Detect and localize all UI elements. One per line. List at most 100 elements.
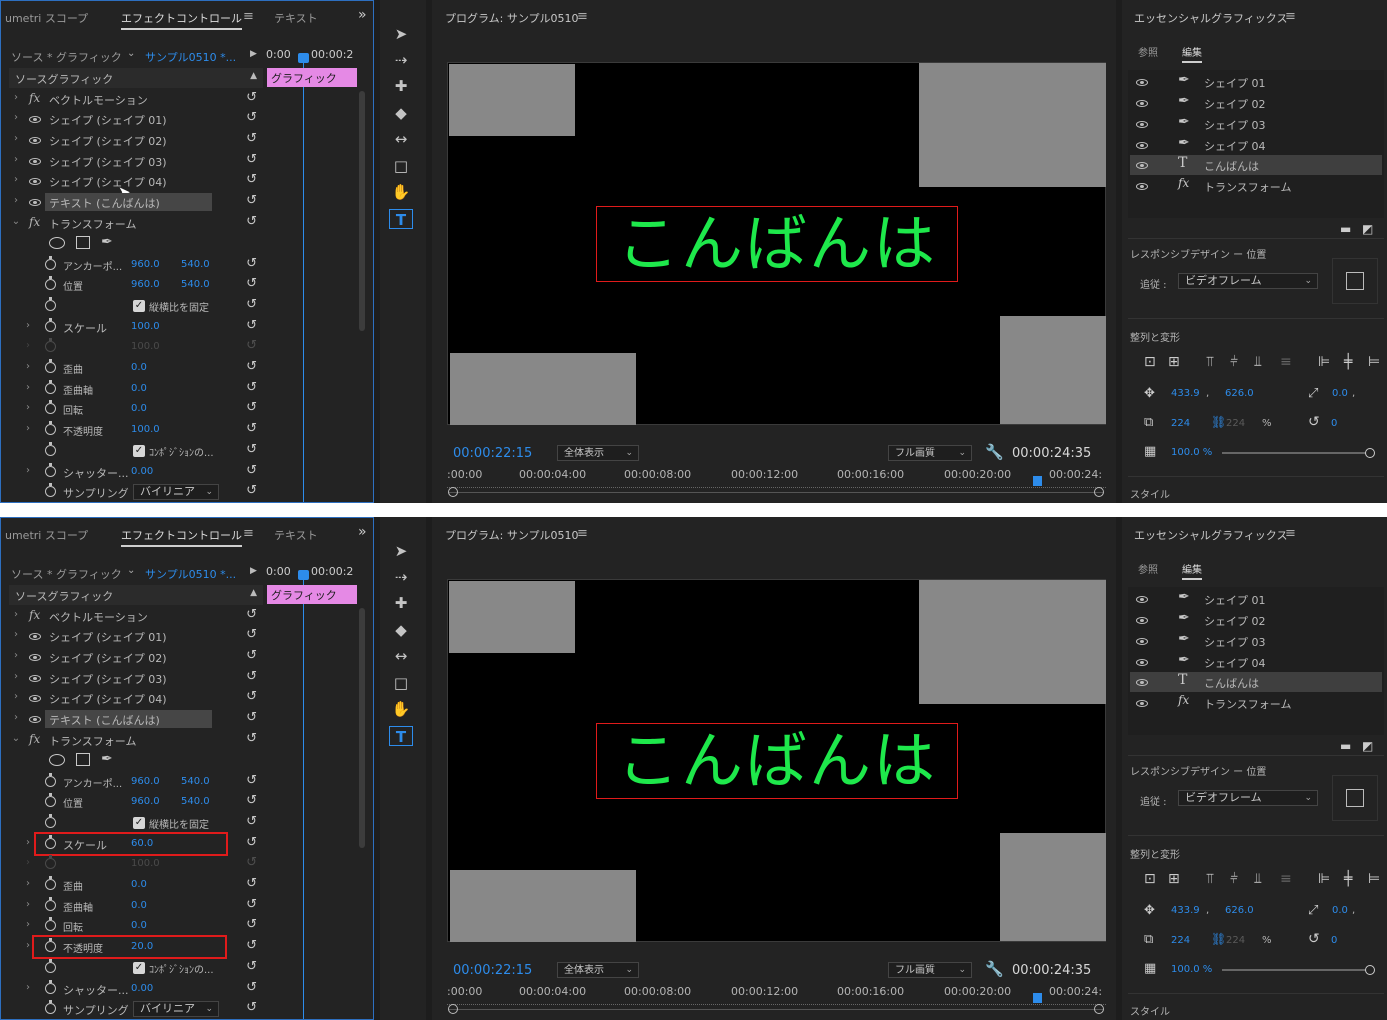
position-x-value[interactable]: 960.0 xyxy=(131,796,160,807)
track-select-tool-icon[interactable]: ⇢ xyxy=(389,50,413,70)
reset-icon[interactable]: ↺ xyxy=(246,607,257,622)
eye-icon[interactable] xyxy=(1136,162,1148,169)
playhead-marker[interactable] xyxy=(298,53,309,63)
playhead-line[interactable] xyxy=(303,53,304,502)
chevron-right-icon[interactable]: › xyxy=(11,133,21,144)
panel-menu-icon[interactable]: ≡ xyxy=(577,9,588,24)
follow-dropdown[interactable]: ビデオフレーム ⌄ xyxy=(1178,790,1318,806)
align-left-icon[interactable]: ⊫ xyxy=(1318,871,1330,887)
reset-icon[interactable]: ↺ xyxy=(246,917,257,932)
prop-row-skew-axis[interactable]: › 歪曲軸 0.0 ↺ xyxy=(9,379,263,399)
distribute-vertical-icon[interactable]: ≡ xyxy=(1280,871,1292,887)
position-x-value[interactable]: 433.9 xyxy=(1171,388,1200,399)
distribute-vertical-icon[interactable]: ≡ xyxy=(1280,354,1292,370)
panel-menu-icon[interactable]: ≡ xyxy=(1285,526,1296,541)
eye-icon[interactable] xyxy=(1136,638,1148,645)
effect-row-shape3[interactable]: › シェイプ (シェイプ 03) ↺ xyxy=(9,668,263,688)
reset-icon[interactable]: ↺ xyxy=(246,380,257,395)
chevron-right-icon[interactable]: › xyxy=(23,402,33,413)
prop-row-opacity[interactable]: › 不透明度 100.0 ↺ xyxy=(9,420,263,440)
chevron-down-icon[interactable]: ⌄ xyxy=(127,565,135,576)
anchor-value[interactable]: 0.0 xyxy=(1332,905,1348,916)
position-x-value[interactable]: 433.9 xyxy=(1171,905,1200,916)
rotation-value[interactable]: 0 xyxy=(1331,418,1337,429)
layer-row-shape3[interactable]: ✒ シェイプ 03 xyxy=(1130,631,1382,651)
rectangle-mask-icon[interactable] xyxy=(76,236,90,249)
razor-tool-icon[interactable]: ◆ xyxy=(389,620,413,640)
folder-icon[interactable]: ▬ xyxy=(1340,222,1351,236)
position-y-value[interactable]: 540.0 xyxy=(181,279,210,290)
zoom-scrollbar[interactable] xyxy=(449,492,1104,493)
layer-row-shape2[interactable]: ✒ シェイプ 02 xyxy=(1130,93,1382,113)
source-label[interactable]: ソース * グラフィック xyxy=(11,49,122,65)
reset-icon[interactable]: ↺ xyxy=(246,773,257,788)
hand-tool-icon[interactable]: ✋ xyxy=(389,182,413,202)
reset-icon[interactable]: ↺ xyxy=(246,959,257,974)
chevron-right-icon[interactable]: › xyxy=(11,174,21,185)
eye-icon[interactable] xyxy=(1136,617,1148,624)
comp-shutter-checkbox[interactable]: ✓ xyxy=(133,962,145,974)
panel-menu-icon[interactable]: ≡ xyxy=(243,9,254,24)
fx-icon[interactable]: fx xyxy=(29,91,40,105)
effect-row-shape1[interactable]: › シェイプ (シェイプ 01) ↺ xyxy=(9,109,263,129)
eye-icon[interactable] xyxy=(29,654,41,661)
reset-icon[interactable]: ↺ xyxy=(246,627,257,642)
chevron-right-icon[interactable]: › xyxy=(11,112,21,123)
effect-row-shape1[interactable]: › シェイプ (シェイプ 01) ↺ xyxy=(9,626,263,646)
reset-icon[interactable]: ↺ xyxy=(246,463,257,478)
eye-icon[interactable] xyxy=(1136,142,1148,149)
stopwatch-icon[interactable] xyxy=(45,793,56,807)
eye-icon[interactable] xyxy=(29,178,41,185)
tab-edit[interactable]: 編集 xyxy=(1182,561,1202,580)
stopwatch-icon[interactable] xyxy=(45,400,56,414)
stopwatch-icon[interactable] xyxy=(45,318,56,332)
reset-icon[interactable]: ↺ xyxy=(246,318,257,333)
ripple-edit-tool-icon[interactable]: ✚ xyxy=(389,593,413,613)
chevron-down-icon[interactable]: ⌄ xyxy=(11,733,21,744)
effect-row-vector-motion[interactable]: › fx ベクトルモーション ↺ xyxy=(9,606,263,626)
scroll-handle-left[interactable] xyxy=(448,487,458,497)
ripple-edit-tool-icon[interactable]: ✚ xyxy=(389,76,413,96)
reset-icon[interactable]: ↺ xyxy=(246,359,257,374)
prop-row-skew[interactable]: › 歪曲 0.0 ↺ xyxy=(9,875,263,895)
chevron-right-icon[interactable]: › xyxy=(11,195,21,206)
eye-icon[interactable] xyxy=(1136,121,1148,128)
eg-title[interactable]: エッセンシャルグラフィックス xyxy=(1134,527,1287,543)
current-timecode[interactable]: 00:00:22:15 xyxy=(453,446,532,461)
layer-row-shape3[interactable]: ✒ シェイプ 03 xyxy=(1130,114,1382,134)
chevron-right-icon[interactable]: › xyxy=(23,982,33,993)
anchor-x-value[interactable]: 960.0 xyxy=(131,259,160,270)
stopwatch-icon[interactable] xyxy=(45,256,56,270)
anchor-x-value[interactable]: 960.0 xyxy=(131,776,160,787)
size-width-value[interactable]: 224 xyxy=(1171,418,1190,429)
reset-icon[interactable]: ↺ xyxy=(246,814,257,829)
eye-icon[interactable] xyxy=(29,137,41,144)
panel-menu-icon[interactable]: ≡ xyxy=(1285,9,1296,24)
align-vcenter-icon[interactable]: ⫩ xyxy=(1230,871,1238,887)
tab-effect-controls[interactable]: エフェクトコントロール xyxy=(121,10,242,30)
hello-text[interactable]: こんばんは xyxy=(596,206,958,282)
layer-row-shape1[interactable]: ✒ シェイプ 01 xyxy=(1130,72,1382,92)
opacity-slider-handle[interactable] xyxy=(1365,448,1375,458)
opacity-slider-handle[interactable] xyxy=(1365,965,1375,975)
effect-row-text[interactable]: › テキスト (こんばんは) ↺ xyxy=(9,192,263,212)
link-icon[interactable]: ⛓ xyxy=(1211,415,1226,429)
type-tool-icon[interactable]: T xyxy=(389,726,413,746)
scrollbar[interactable] xyxy=(359,91,365,331)
scrollbar[interactable] xyxy=(359,608,365,848)
scroll-handle-right[interactable] xyxy=(1094,1004,1104,1014)
tab-browse[interactable]: 参照 xyxy=(1138,44,1158,59)
selection-tool-icon[interactable]: ➤ xyxy=(389,24,413,44)
folder-icon[interactable]: ▬ xyxy=(1340,739,1351,753)
collapse-triangle-icon[interactable]: ▲ xyxy=(250,71,257,81)
layer-row-shape4[interactable]: ✒ シェイプ 04 xyxy=(1130,135,1382,155)
zoom-scrollbar[interactable] xyxy=(449,1009,1104,1010)
effect-row-text[interactable]: › テキスト (こんばんは) ↺ xyxy=(9,709,263,729)
position-x-value[interactable]: 960.0 xyxy=(131,279,160,290)
prop-row-scale[interactable]: › スケール 100.0 ↺ xyxy=(9,317,263,337)
eye-icon[interactable] xyxy=(1136,700,1148,707)
layer-row-shape4[interactable]: ✒ シェイプ 04 xyxy=(1130,652,1382,672)
prop-row-lock-aspect[interactable]: ✓ 縦横比を固定 ↺ xyxy=(9,296,263,316)
chevron-right-icon[interactable]: › xyxy=(11,671,21,682)
reset-icon[interactable]: ↺ xyxy=(246,669,257,684)
